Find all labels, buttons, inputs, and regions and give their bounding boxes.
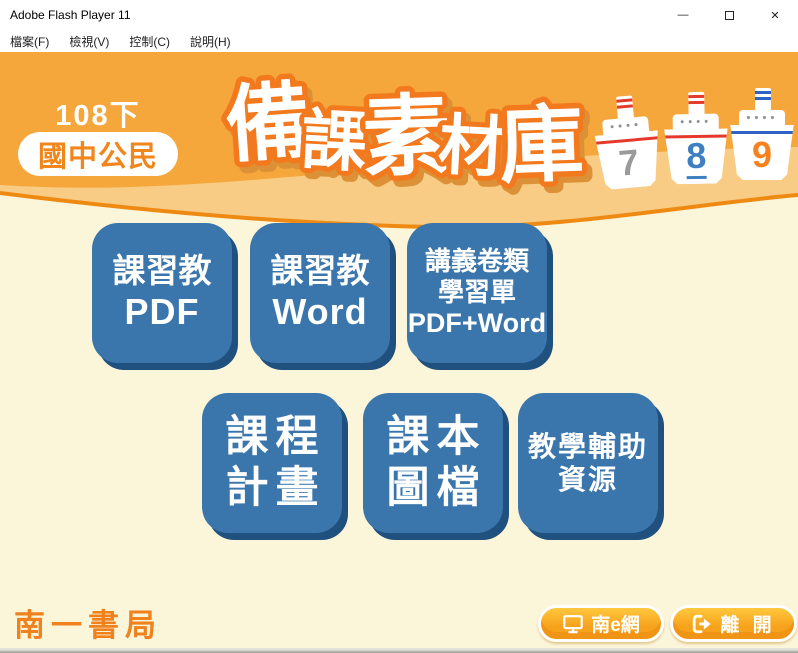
button-label: 課習教 bbox=[113, 252, 212, 291]
monitor-icon bbox=[562, 613, 584, 635]
maximize-button[interactable] bbox=[706, 0, 752, 30]
maximize-icon bbox=[725, 11, 734, 20]
grade-number: 9 bbox=[752, 137, 772, 173]
handouts-worksheets-button[interactable]: 講義卷類 學習單 PDF+Word bbox=[407, 223, 547, 363]
flash-stage: 108下 國中公民 備 課 素 材 庫 備 課 素 材 庫 bbox=[0, 52, 798, 648]
grade-tab-8[interactable]: 8 bbox=[662, 91, 730, 184]
textbook-pdf-button[interactable]: 課習教 PDF bbox=[92, 223, 232, 363]
exit-label: 離 開 bbox=[720, 610, 775, 637]
button-label: 教學輔助 bbox=[528, 430, 648, 463]
semester-label: 108下 bbox=[30, 92, 166, 134]
menu-help[interactable]: 說明(H) bbox=[184, 31, 237, 52]
grade-number: 7 bbox=[617, 144, 640, 182]
window-controls: — ✕ bbox=[660, 0, 798, 30]
close-icon: ✕ bbox=[770, 9, 779, 22]
title-char: 庫 bbox=[498, 97, 585, 194]
nan-e-net-button[interactable]: 南e網 bbox=[538, 605, 664, 642]
exit-button[interactable]: 離 開 bbox=[670, 605, 797, 642]
boat-cabin-icon bbox=[739, 110, 785, 126]
minimize-button[interactable]: — bbox=[660, 0, 706, 30]
window-bottom-edge bbox=[0, 648, 798, 653]
button-label: 課本 bbox=[387, 412, 487, 463]
boat-hull-icon: 8 bbox=[663, 128, 730, 184]
button-label: 資源 bbox=[558, 463, 618, 496]
boat-hull-icon: 7 bbox=[593, 130, 664, 191]
menu-control[interactable]: 控制(C) bbox=[123, 31, 176, 52]
nan-e-net-label: 南e網 bbox=[591, 610, 640, 637]
title-char: 材 bbox=[437, 107, 507, 184]
grade-number-selected: 8 bbox=[686, 138, 707, 179]
window-title: Adobe Flash Player 11 bbox=[0, 8, 660, 22]
button-label: 計畫 bbox=[226, 463, 326, 514]
menu-view[interactable]: 檢視(V) bbox=[63, 31, 115, 52]
grade-tab-9[interactable]: 9 bbox=[729, 88, 795, 180]
button-label: PDF bbox=[125, 291, 200, 333]
boat-hull-icon: 9 bbox=[729, 125, 795, 180]
page-title: 備 課 素 材 庫 備 課 素 材 庫 bbox=[212, 52, 612, 202]
exit-icon bbox=[691, 613, 713, 635]
publisher-logo: 南一書局 bbox=[14, 600, 162, 645]
title-char: 備 bbox=[223, 73, 313, 173]
teaching-aid-resources-button[interactable]: 教學輔助 資源 bbox=[518, 393, 658, 533]
title-char: 課 bbox=[300, 102, 370, 179]
minimize-icon: — bbox=[678, 9, 689, 21]
window-titlebar: Adobe Flash Player 11 — ✕ bbox=[0, 0, 798, 30]
menu-file[interactable]: 檔案(F) bbox=[4, 31, 55, 52]
boat-cabin-icon bbox=[673, 114, 719, 131]
button-label: Word bbox=[272, 291, 367, 333]
button-label: PDF+Word bbox=[408, 308, 546, 340]
menu-bar: 檔案(F) 檢視(V) 控制(C) 說明(H) bbox=[0, 30, 798, 52]
button-label: 講義卷類 bbox=[425, 246, 529, 277]
close-button[interactable]: ✕ bbox=[752, 0, 798, 30]
textbook-images-button[interactable]: 課本 圖檔 bbox=[363, 393, 503, 533]
textbook-word-button[interactable]: 課習教 Word bbox=[250, 223, 390, 363]
button-label: 課程 bbox=[226, 412, 326, 463]
button-label: 課習教 bbox=[271, 252, 370, 291]
button-label: 圖檔 bbox=[387, 463, 487, 514]
subject-badge: 國中公民 bbox=[18, 132, 178, 176]
flash-player-window: Adobe Flash Player 11 — ✕ 檔案(F) 檢視(V) 控制… bbox=[0, 0, 798, 653]
button-label: 學習單 bbox=[438, 277, 516, 308]
grade-tab-7[interactable]: 7 bbox=[590, 93, 664, 190]
curriculum-plan-button[interactable]: 課程 計畫 bbox=[202, 393, 342, 533]
